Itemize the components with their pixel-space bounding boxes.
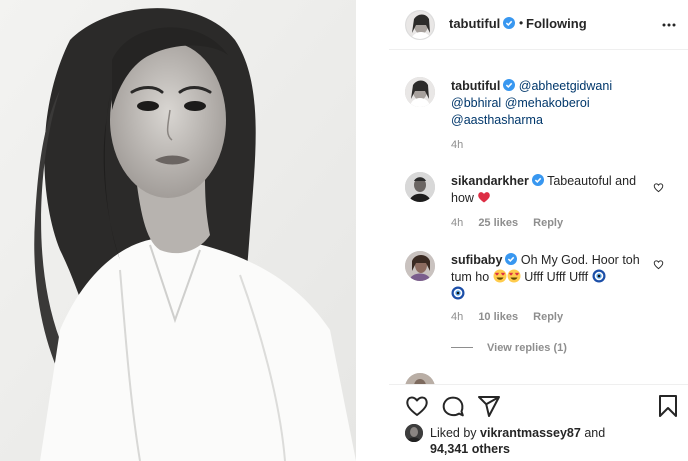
reply-button[interactable]: Reply [533,217,563,229]
separator-dot: • [519,16,524,30]
mention-link[interactable]: @bbhiral [451,96,501,110]
comment-text: sufibaby Oh My God. Hoor toh tum ho Ufff… [451,252,651,303]
save-icon[interactable] [656,394,680,418]
share-icon[interactable] [477,394,501,418]
commenter-avatar[interactable] [405,373,435,384]
heart-eyes-icon [493,269,507,283]
portrait-image [0,0,356,461]
comment-time[interactable]: 4h [451,217,463,229]
author-avatar[interactable] [405,10,435,40]
post-photo[interactable] [0,0,356,461]
verified-badge-icon [505,253,518,265]
comment-username[interactable]: sufibaby [451,253,502,267]
red-heart-icon [478,192,491,203]
comment-like-icon[interactable] [653,259,664,270]
verified-badge-icon [503,79,516,91]
following-button[interactable]: Following [526,16,587,31]
heart-eyes-icon [507,269,521,283]
replies-divider-line [451,347,473,348]
comment-time[interactable]: 4h [451,311,463,323]
liker-username[interactable]: vikrantmassey87 [480,426,581,440]
reply-button[interactable]: Reply [533,311,563,323]
liked-by-text: Liked by vikrantmassey87 and 94,341 othe… [430,426,606,456]
comment-meta: 4h 25 likes Reply [451,217,575,229]
comment-meta: 4h 10 likes Reply [451,311,575,323]
nazar-amulet-icon [451,286,465,300]
comments-list[interactable]: tabutiful @abheetgidwani @bbhiral @mehak… [389,51,688,384]
comment-likes[interactable]: 25 likes [478,217,518,229]
caption-meta: 4h [451,139,475,151]
comment-likes[interactable]: 10 likes [478,311,518,323]
caption-time[interactable]: 4h [451,139,463,151]
caption-avatar[interactable] [405,77,435,107]
comment-username[interactable]: sikandarkher [451,174,529,188]
nazar-amulet-icon [592,269,606,283]
action-bar: Liked by vikrantmassey87 and 94,341 othe… [389,384,688,461]
post-sidebar: tabutiful • Following tabutiful @abheetg… [389,0,688,461]
commenter-avatar[interactable] [405,172,435,202]
caption-text: tabutiful @abheetgidwani @bbhiral @mehak… [451,78,651,129]
verified-badge-icon [531,174,544,186]
comment-icon[interactable] [441,394,465,418]
comment-text: sikandarkher Tabeautoful and how [451,174,637,205]
others-count[interactable]: 94,341 others [430,442,510,456]
more-options-icon[interactable] [661,17,677,33]
mention-link[interactable]: @mehakoberoi [505,96,590,110]
verified-badge-icon [503,17,516,29]
commenter-avatar[interactable] [405,251,435,281]
view-replies-button[interactable]: View replies (1) [451,342,567,354]
comment-like-icon[interactable] [653,182,664,193]
like-icon[interactable] [405,394,429,418]
mention-link[interactable]: @aasthasharma [451,113,543,127]
post-header: tabutiful • Following [389,0,688,50]
author-username[interactable]: tabutiful [449,16,516,31]
mention-link[interactable]: @abheetgidwani [519,79,612,93]
liker-avatar[interactable] [405,424,423,442]
caption-username[interactable]: tabutiful [451,79,500,93]
